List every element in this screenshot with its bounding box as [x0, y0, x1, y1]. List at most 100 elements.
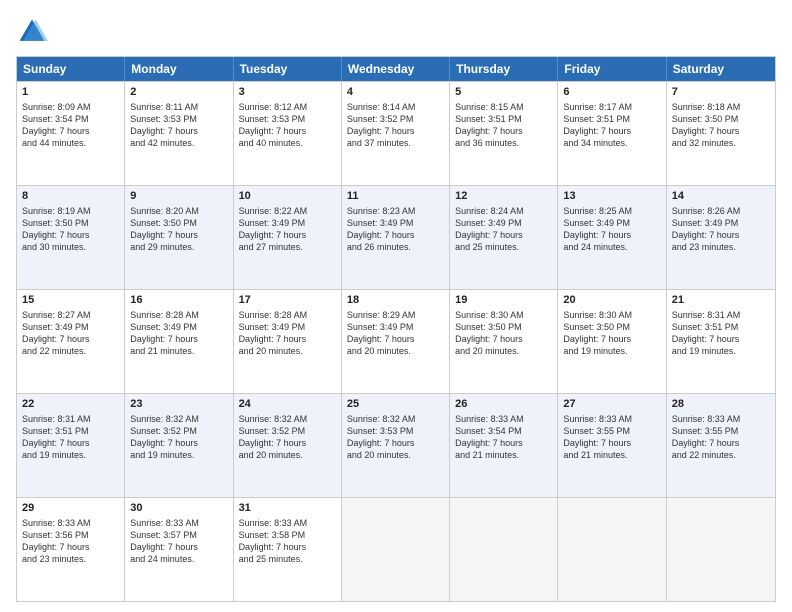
cell-line: Sunrise: 8:33 AM: [455, 413, 552, 425]
cell-line: Daylight: 7 hours: [130, 333, 227, 345]
day-number: 20: [563, 293, 660, 308]
cell-line: Sunrise: 8:14 AM: [347, 101, 444, 113]
cell-line: Sunrise: 8:18 AM: [672, 101, 770, 113]
cell-line: and 26 minutes.: [347, 241, 444, 253]
cell-line: Daylight: 7 hours: [455, 125, 552, 137]
day-number: 27: [563, 397, 660, 412]
cell-line: Daylight: 7 hours: [672, 437, 770, 449]
cell-line: Sunrise: 8:31 AM: [22, 413, 119, 425]
cell-line: and 19 minutes.: [130, 449, 227, 461]
day-number: 18: [347, 293, 444, 308]
calendar-cell: 3Sunrise: 8:12 AMSunset: 3:53 PMDaylight…: [234, 82, 342, 185]
page: SundayMondayTuesdayWednesdayThursdayFrid…: [0, 0, 792, 612]
day-number: 29: [22, 501, 119, 516]
cell-line: Sunrise: 8:30 AM: [455, 309, 552, 321]
logo: [16, 16, 52, 48]
calendar-cell: 18Sunrise: 8:29 AMSunset: 3:49 PMDayligh…: [342, 290, 450, 393]
cell-line: Daylight: 7 hours: [239, 437, 336, 449]
day-number: 1: [22, 85, 119, 100]
calendar-cell: 20Sunrise: 8:30 AMSunset: 3:50 PMDayligh…: [558, 290, 666, 393]
cell-line: and 30 minutes.: [22, 241, 119, 253]
cell-line: Sunrise: 8:28 AM: [239, 309, 336, 321]
cell-line: Sunrise: 8:23 AM: [347, 205, 444, 217]
cell-line: and 24 minutes.: [563, 241, 660, 253]
day-number: 4: [347, 85, 444, 100]
day-of-week-header: Tuesday: [234, 57, 342, 81]
cell-line: Sunset: 3:52 PM: [347, 113, 444, 125]
calendar-cell: 5Sunrise: 8:15 AMSunset: 3:51 PMDaylight…: [450, 82, 558, 185]
cell-line: Sunrise: 8:29 AM: [347, 309, 444, 321]
cell-line: Sunrise: 8:11 AM: [130, 101, 227, 113]
day-number: 10: [239, 189, 336, 204]
cell-line: Daylight: 7 hours: [563, 333, 660, 345]
cell-line: Daylight: 7 hours: [347, 229, 444, 241]
day-number: 12: [455, 189, 552, 204]
day-number: 11: [347, 189, 444, 204]
calendar-cell: 25Sunrise: 8:32 AMSunset: 3:53 PMDayligh…: [342, 394, 450, 497]
cell-line: Sunset: 3:51 PM: [563, 113, 660, 125]
cell-line: Sunset: 3:51 PM: [455, 113, 552, 125]
cell-line: Sunrise: 8:24 AM: [455, 205, 552, 217]
calendar-cell: 24Sunrise: 8:32 AMSunset: 3:52 PMDayligh…: [234, 394, 342, 497]
cell-line: Sunrise: 8:26 AM: [672, 205, 770, 217]
cell-line: Daylight: 7 hours: [672, 333, 770, 345]
cell-line: Sunset: 3:58 PM: [239, 529, 336, 541]
day-number: 5: [455, 85, 552, 100]
cell-line: Sunrise: 8:32 AM: [239, 413, 336, 425]
calendar-cell: 31Sunrise: 8:33 AMSunset: 3:58 PMDayligh…: [234, 498, 342, 601]
cell-line: and 20 minutes.: [347, 449, 444, 461]
cell-line: Sunrise: 8:33 AM: [239, 517, 336, 529]
day-number: 31: [239, 501, 336, 516]
cell-line: Sunset: 3:56 PM: [22, 529, 119, 541]
calendar-cell: 2Sunrise: 8:11 AMSunset: 3:53 PMDaylight…: [125, 82, 233, 185]
cell-line: and 19 minutes.: [563, 345, 660, 357]
cell-line: Daylight: 7 hours: [672, 229, 770, 241]
day-of-week-header: Wednesday: [342, 57, 450, 81]
cell-line: and 27 minutes.: [239, 241, 336, 253]
day-of-week-header: Friday: [558, 57, 666, 81]
cell-line: and 20 minutes.: [347, 345, 444, 357]
day-of-week-header: Thursday: [450, 57, 558, 81]
day-number: 24: [239, 397, 336, 412]
day-number: 19: [455, 293, 552, 308]
calendar-cell: 21Sunrise: 8:31 AMSunset: 3:51 PMDayligh…: [667, 290, 775, 393]
cell-line: Sunset: 3:50 PM: [22, 217, 119, 229]
cell-line: and 24 minutes.: [130, 553, 227, 565]
day-number: 16: [130, 293, 227, 308]
cell-line: Sunset: 3:49 PM: [563, 217, 660, 229]
cell-line: Sunrise: 8:25 AM: [563, 205, 660, 217]
cell-line: Sunrise: 8:09 AM: [22, 101, 119, 113]
cell-line: and 32 minutes.: [672, 137, 770, 149]
cell-line: and 25 minutes.: [455, 241, 552, 253]
cell-line: Sunrise: 8:33 AM: [22, 517, 119, 529]
calendar-cell: 22Sunrise: 8:31 AMSunset: 3:51 PMDayligh…: [17, 394, 125, 497]
day-number: 25: [347, 397, 444, 412]
cell-line: and 19 minutes.: [22, 449, 119, 461]
cell-line: Sunset: 3:50 PM: [672, 113, 770, 125]
calendar-cell: 6Sunrise: 8:17 AMSunset: 3:51 PMDaylight…: [558, 82, 666, 185]
day-number: 26: [455, 397, 552, 412]
cell-line: Sunset: 3:52 PM: [130, 425, 227, 437]
calendar-cell: 14Sunrise: 8:26 AMSunset: 3:49 PMDayligh…: [667, 186, 775, 289]
cell-line: Daylight: 7 hours: [130, 229, 227, 241]
calendar-cell: 26Sunrise: 8:33 AMSunset: 3:54 PMDayligh…: [450, 394, 558, 497]
cell-line: Daylight: 7 hours: [672, 125, 770, 137]
cell-line: Sunrise: 8:27 AM: [22, 309, 119, 321]
calendar-cell: 11Sunrise: 8:23 AMSunset: 3:49 PMDayligh…: [342, 186, 450, 289]
calendar-cell: 12Sunrise: 8:24 AMSunset: 3:49 PMDayligh…: [450, 186, 558, 289]
day-number: 17: [239, 293, 336, 308]
cell-line: and 20 minutes.: [239, 449, 336, 461]
calendar-cell: 27Sunrise: 8:33 AMSunset: 3:55 PMDayligh…: [558, 394, 666, 497]
day-number: 6: [563, 85, 660, 100]
cell-line: Sunset: 3:49 PM: [672, 217, 770, 229]
calendar: SundayMondayTuesdayWednesdayThursdayFrid…: [16, 56, 776, 602]
cell-line: and 37 minutes.: [347, 137, 444, 149]
cell-line: Daylight: 7 hours: [347, 125, 444, 137]
day-number: 3: [239, 85, 336, 100]
cell-line: Sunset: 3:49 PM: [130, 321, 227, 333]
calendar-cell: 29Sunrise: 8:33 AMSunset: 3:56 PMDayligh…: [17, 498, 125, 601]
day-number: 28: [672, 397, 770, 412]
empty-cell: [450, 498, 558, 601]
logo-icon: [16, 16, 48, 48]
cell-line: Sunset: 3:50 PM: [130, 217, 227, 229]
